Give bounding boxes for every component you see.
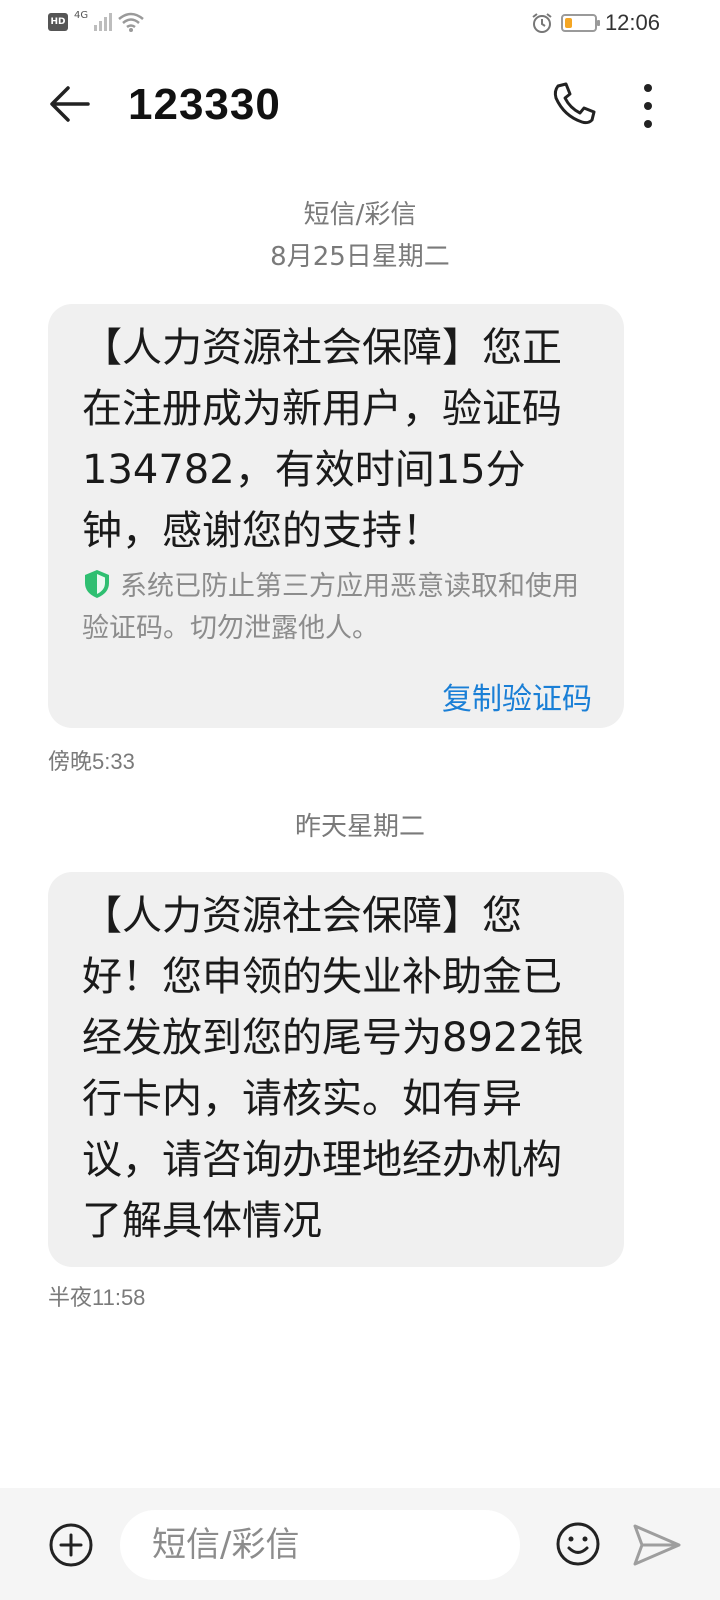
- battery-icon: [560, 14, 600, 32]
- signal-icon: [94, 13, 113, 31]
- send-icon: [633, 1524, 681, 1566]
- compose-bar: [0, 1488, 720, 1600]
- app-header: 123330: [0, 60, 720, 150]
- emoji-icon: [556, 1522, 600, 1566]
- date-separator: 昨天星期二: [294, 812, 425, 842]
- message-time: 半夜11:58: [48, 1285, 146, 1310]
- alarm-icon: [532, 13, 552, 33]
- add-attachment-button[interactable]: [48, 1522, 94, 1568]
- date-separator: 8月25日星期二: [270, 242, 450, 272]
- message-bubble[interactable]: 【人力资源社会保障】您好！您申领的失业补助金已经发放到您的尾号为8922银行卡内…: [48, 872, 624, 1267]
- more-vertical-icon: [644, 84, 652, 128]
- hd-badge: HD: [48, 13, 68, 31]
- clock: 12:06: [604, 10, 660, 35]
- security-note-text: 系统已防止第三方应用恶意读取和使用验证码。切勿泄露他人。: [82, 571, 579, 644]
- copy-code-button[interactable]: 复制验证码: [442, 674, 592, 718]
- more-options-button[interactable]: [640, 80, 680, 132]
- wifi-icon: [118, 12, 144, 32]
- message-text: 【人力资源社会保障】您正在注册成为新用户，验证码134782，有效时间15分钟，…: [82, 325, 562, 554]
- phone-icon: [553, 82, 596, 125]
- network-type: 4G: [74, 9, 89, 21]
- plus-circle-icon: [49, 1523, 93, 1567]
- contact-title: 123330: [128, 80, 281, 129]
- back-button[interactable]: [44, 78, 96, 130]
- message-input[interactable]: [120, 1510, 520, 1580]
- shield-check-icon: [85, 570, 109, 598]
- message-text: 【人力资源社会保障】您好！您申领的失业补助金已经发放到您的尾号为8922银行卡内…: [82, 893, 584, 1244]
- sms-conversation-screen: HD 4G 12:06 123330 短信/彩信 8月25日星期二 【人力资源社…: [0, 0, 720, 1600]
- emoji-button[interactable]: [554, 1520, 602, 1568]
- status-left: HD 4G: [48, 9, 144, 32]
- message-time: 傍晚5:33: [48, 749, 135, 774]
- security-note: 系统已防止第三方应用恶意读取和使用验证码。切勿泄露他人。: [82, 566, 602, 650]
- message-bubble[interactable]: 【人力资源社会保障】您正在注册成为新用户，验证码134782，有效时间15分钟，…: [48, 304, 624, 728]
- status-bar: HD 4G 12:06: [0, 0, 720, 50]
- status-right: 12:06: [531, 10, 660, 36]
- call-button[interactable]: [548, 78, 600, 130]
- send-button[interactable]: [632, 1522, 682, 1568]
- battery-level: [564, 18, 572, 28]
- back-arrow-icon: [50, 86, 90, 122]
- channel-label: 短信/彩信: [303, 200, 417, 230]
